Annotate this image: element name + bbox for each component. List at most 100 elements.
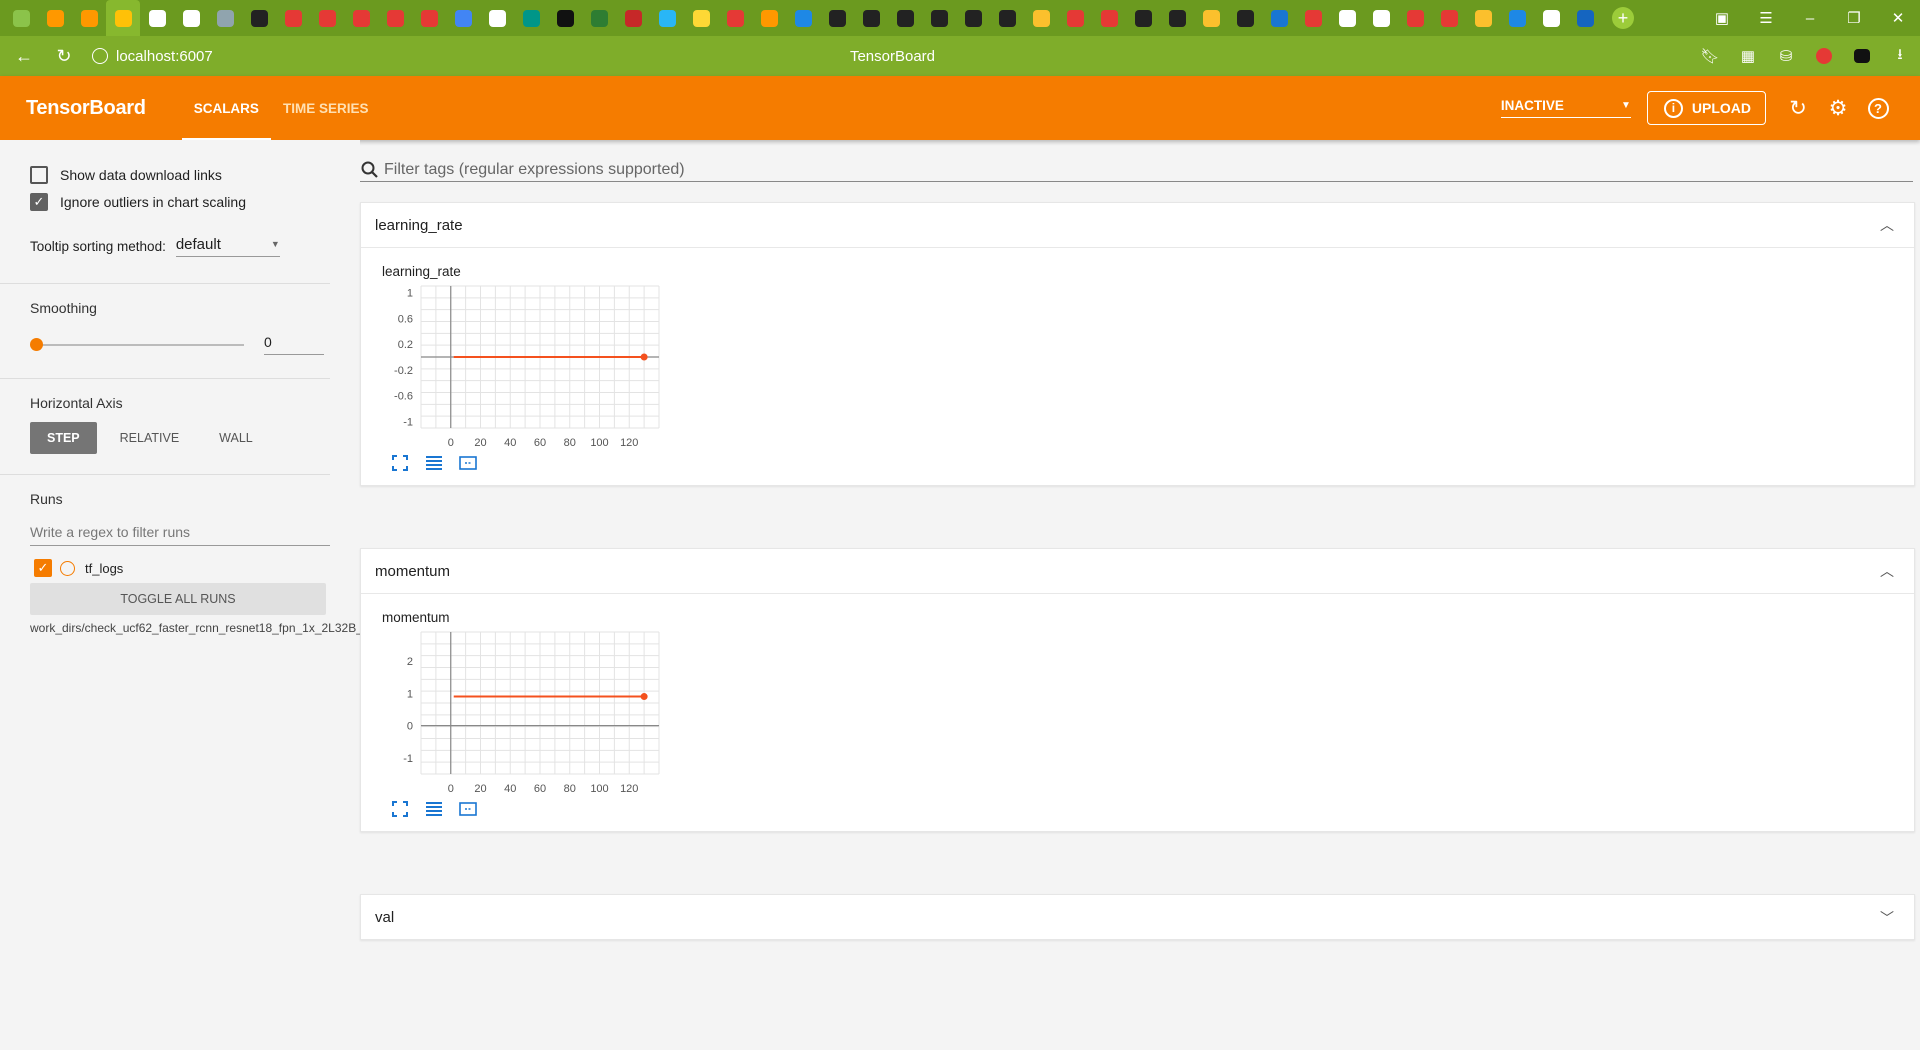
ignore-outliers-checkbox[interactable]: ✓ [30, 193, 48, 211]
run-checkbox[interactable]: ✓ [34, 559, 52, 577]
list-icon[interactable] [425, 800, 443, 818]
browser-tab[interactable] [1160, 0, 1194, 36]
tag-filter-input[interactable]: Filter tags (regular expressions support… [384, 161, 685, 179]
tab-favicon-icon [1542, 9, 1560, 27]
browser-tab[interactable] [1092, 0, 1126, 36]
browser-tab[interactable] [446, 0, 480, 36]
spy-icon[interactable] [1852, 46, 1872, 66]
minimize-icon[interactable]: – [1788, 0, 1832, 36]
browser-tab[interactable] [480, 0, 514, 36]
upload-button[interactable]: i UPLOAD [1646, 91, 1766, 125]
axis-wall-button[interactable]: WALL [202, 422, 270, 454]
browser-tab[interactable] [956, 0, 990, 36]
restore-icon[interactable]: ❐ [1832, 0, 1876, 36]
browser-tab[interactable] [1534, 0, 1568, 36]
tag-filter[interactable]: Filter tags (regular expressions support… [360, 158, 1913, 182]
browser-tab[interactable] [1024, 0, 1058, 36]
smoothing-input[interactable]: 0 [264, 334, 324, 355]
browser-tab[interactable] [1296, 0, 1330, 36]
axis-step-button[interactable]: STEP [30, 422, 97, 454]
browser-tab[interactable] [514, 0, 548, 36]
browser-tab[interactable] [1126, 0, 1160, 36]
browser-tab[interactable] [548, 0, 582, 36]
tab-scalars[interactable]: SCALARS [181, 76, 272, 140]
fit-domain-icon[interactable] [459, 454, 477, 472]
bookmark-icon[interactable]: 🔖︎ [1700, 46, 1720, 66]
fullscreen-icon[interactable] [391, 454, 409, 472]
browser-tab[interactable] [242, 0, 276, 36]
browser-tab[interactable] [140, 0, 174, 36]
browser-tab[interactable] [72, 0, 106, 36]
runs-filter-input[interactable]: Write a regex to filter runs [30, 524, 330, 546]
help-icon[interactable]: ? [1858, 88, 1898, 128]
smoothing-slider[interactable] [30, 337, 244, 351]
browser-tab[interactable] [174, 0, 208, 36]
browser-tab[interactable] [990, 0, 1024, 36]
browser-tab[interactable] [888, 0, 922, 36]
show-download-links-checkbox[interactable] [30, 166, 48, 184]
toggle-all-runs-button[interactable]: TOGGLE ALL RUNS [30, 583, 326, 615]
browser-tab[interactable] [1228, 0, 1262, 36]
close-icon[interactable]: ✕ [1876, 0, 1920, 36]
chevron-up-icon[interactable]: ︿ [1880, 561, 1894, 581]
browser-tab[interactable] [276, 0, 310, 36]
database-icon[interactable]: ⛁ [1776, 46, 1796, 66]
browser-tab[interactable] [1364, 0, 1398, 36]
browser-tab[interactable] [582, 0, 616, 36]
browser-tab[interactable] [208, 0, 242, 36]
chevron-down-icon[interactable]: ﹀ [1880, 908, 1894, 928]
browser-tab[interactable] [922, 0, 956, 36]
plugin-select[interactable]: INACTIVE ▼ [1500, 98, 1631, 118]
browser-tab[interactable] [854, 0, 888, 36]
list-icon[interactable] [425, 454, 443, 472]
section-header[interactable]: learning_rate ︿ [361, 203, 1914, 248]
show-download-links-row[interactable]: Show data download links [30, 161, 222, 189]
browser-tab[interactable] [650, 0, 684, 36]
browser-tab[interactable] [1500, 0, 1534, 36]
settings-gear-icon[interactable]: ⚙ [1818, 88, 1858, 128]
browser-tab[interactable] [106, 0, 140, 36]
browser-tab[interactable] [752, 0, 786, 36]
browser-tab[interactable] [310, 0, 344, 36]
tab-menu-icon[interactable]: ▣ [1700, 0, 1744, 36]
fullscreen-icon[interactable] [391, 800, 409, 818]
section-header[interactable]: momentum ︿ [361, 549, 1914, 594]
browser-tab[interactable] [820, 0, 854, 36]
run-row[interactable]: ✓ tf_logs [34, 559, 123, 577]
browser-tab[interactable] [1058, 0, 1092, 36]
browser-tab[interactable] [344, 0, 378, 36]
browser-tab[interactable] [684, 0, 718, 36]
browser-tab[interactable] [616, 0, 650, 36]
ignore-outliers-row[interactable]: ✓ Ignore outliers in chart scaling [30, 188, 246, 216]
tab-time-series[interactable]: TIME SERIES [271, 76, 381, 140]
browser-tab[interactable] [38, 0, 72, 36]
browser-tabs: + [0, 0, 1634, 36]
browser-tab[interactable] [1262, 0, 1296, 36]
browser-tab[interactable] [1432, 0, 1466, 36]
extensions-icon[interactable]: ▦ [1738, 46, 1758, 66]
browser-tab[interactable] [412, 0, 446, 36]
chevron-up-icon[interactable]: ︿ [1880, 215, 1894, 235]
download-icon[interactable]: ⭳ [1890, 46, 1910, 66]
momentum-chart[interactable]: 2 1 0 -1 0 20 40 60 80 100 120 [371, 630, 661, 798]
axis-relative-button[interactable]: RELATIVE [103, 422, 197, 454]
tooltip-sorting-select[interactable]: default ▼ [175, 236, 280, 257]
learning-rate-chart[interactable]: 1 0.6 0.2 -0.2 -0.6 -1 0 20 40 60 80 100 120 [371, 284, 661, 452]
browser-tab[interactable] [378, 0, 412, 36]
browser-tab[interactable] [1194, 0, 1228, 36]
browser-tab[interactable] [718, 0, 752, 36]
adblock-icon[interactable] [1814, 46, 1834, 66]
new-tab-icon[interactable]: + [1612, 7, 1634, 29]
section-header[interactable]: val ﹀ [361, 895, 1914, 940]
menu-icon[interactable]: ☰ [1744, 0, 1788, 36]
browser-tab[interactable] [1330, 0, 1364, 36]
browser-tab[interactable] [1568, 0, 1602, 36]
run-color-radio[interactable] [60, 560, 75, 576]
refresh-icon[interactable]: ↻ [1778, 88, 1818, 128]
browser-tab[interactable] [1398, 0, 1432, 36]
smoothing-slider-thumb[interactable] [30, 337, 43, 351]
fit-domain-icon[interactable] [459, 800, 477, 818]
browser-tab[interactable] [786, 0, 820, 36]
browser-tab[interactable] [1466, 0, 1500, 36]
browser-tab[interactable] [4, 0, 38, 36]
